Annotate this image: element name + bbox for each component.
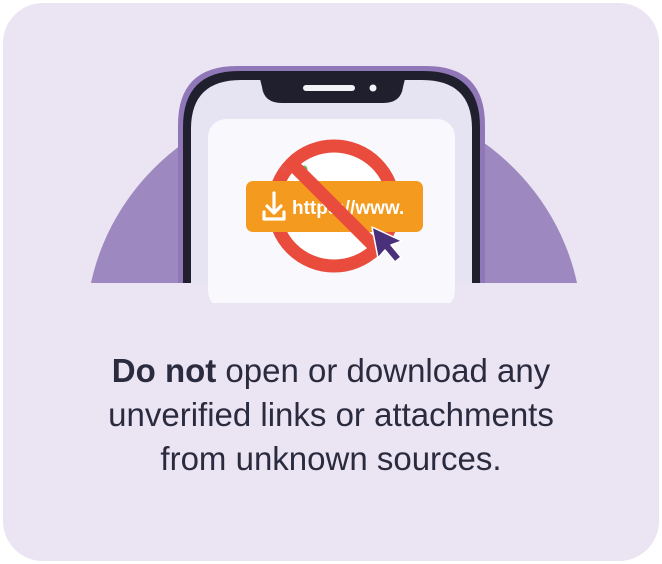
message-line-2: unverified links or attachments xyxy=(108,396,554,433)
warning-card: https://www. Do not open or download any… xyxy=(3,3,659,561)
message-line-1-rest: open or download any xyxy=(216,352,551,389)
warning-message: Do not open or download any unverified l… xyxy=(3,349,659,481)
front-camera xyxy=(369,84,377,92)
message-line-3: from unknown sources. xyxy=(160,440,502,477)
message-emphasis: Do not xyxy=(111,352,217,389)
speaker-grille xyxy=(303,85,355,91)
message-line-1: Do not open or download any xyxy=(3,349,659,393)
phone-illustration: https://www. xyxy=(91,66,577,303)
browser-dot-red xyxy=(280,165,288,173)
